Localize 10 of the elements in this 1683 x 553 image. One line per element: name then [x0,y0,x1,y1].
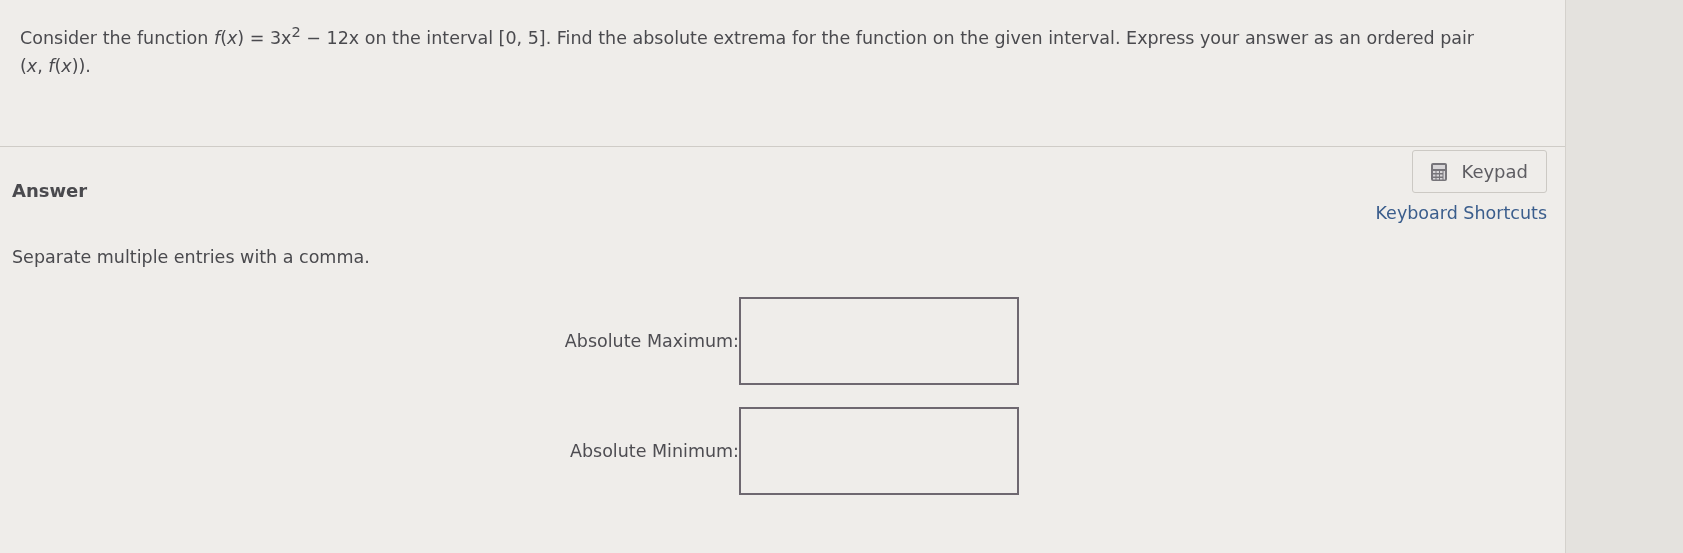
calculator-icon [1431,162,1448,181]
question-text: Consider the function f(x) = 3x$^{2}$ − 12x on the interval [0, 5]. Find the absolute extrema for the function on the given interval. Express your answer as an ordered pair (x, f(x)). [20,22,1475,78]
keyboard-shortcuts-link[interactable]: Keyboard Shortcuts [1375,203,1547,223]
instruction-text: Separate multiple entries with a comma. [12,247,371,267]
field-label: Absolute Minimum: [568,441,739,461]
keypad-button[interactable]: Keypad [1412,150,1547,193]
field-label: Absolute Maximum: [563,331,739,351]
answer-field[interactable] [739,407,1019,495]
answer-field[interactable] [739,297,1019,385]
answer-heading: Answer [12,180,88,203]
